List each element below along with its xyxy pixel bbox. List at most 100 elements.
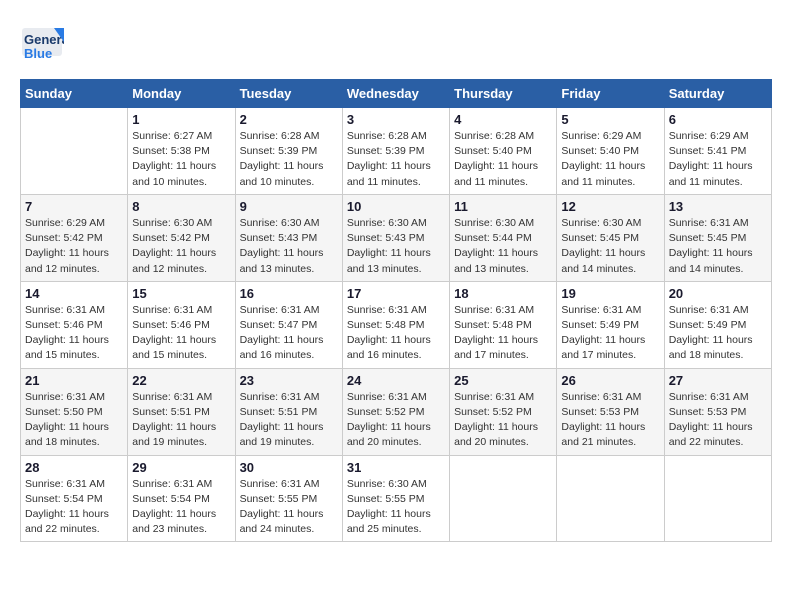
day-number: 15 <box>132 286 230 301</box>
day-number: 14 <box>25 286 123 301</box>
day-info: Sunrise: 6:28 AMSunset: 5:39 PMDaylight:… <box>347 129 445 190</box>
day-number: 7 <box>25 199 123 214</box>
calendar-cell: 8 Sunrise: 6:30 AMSunset: 5:42 PMDaylight… <box>128 194 235 281</box>
weekday-header-monday: Monday <box>128 80 235 108</box>
calendar-cell: 7 Sunrise: 6:29 AMSunset: 5:42 PMDaylight… <box>21 194 128 281</box>
day-info: Sunrise: 6:31 AMSunset: 5:47 PMDaylight:… <box>240 303 338 364</box>
calendar-cell: 21Sunrise: 6:31 AMSunset: 5:50 PMDayligh… <box>21 368 128 455</box>
day-info: Sunrise: 6:28 AMSunset: 5:39 PMDaylight:… <box>240 129 338 190</box>
day-number: 24 <box>347 373 445 388</box>
calendar-cell: 29Sunrise: 6:31 AMSunset: 5:54 PMDayligh… <box>128 455 235 542</box>
day-info: Sunrise: 6:31 AMSunset: 5:49 PMDaylight:… <box>669 303 767 364</box>
calendar-cell <box>557 455 664 542</box>
day-info: Sunrise: 6:30 AMSunset: 5:55 PMDaylight:… <box>347 477 445 538</box>
day-number: 1 <box>132 112 230 127</box>
day-number: 10 <box>347 199 445 214</box>
calendar-cell: 23 Sunrise: 6:31 AMSunset: 5:51 PMDayligh… <box>235 368 342 455</box>
day-info: Sunrise: 6:31 AMSunset: 5:49 PMDaylight:… <box>561 303 659 364</box>
day-info: Sunrise: 6:31 AMSunset: 5:53 PMDaylight:… <box>561 390 659 451</box>
weekday-header-friday: Friday <box>557 80 664 108</box>
calendar-cell: 24 Sunrise: 6:31 AMSunset: 5:52 PMDayligh… <box>342 368 449 455</box>
day-number: 13 <box>669 199 767 214</box>
day-number: 20 <box>669 286 767 301</box>
day-number: 22 <box>132 373 230 388</box>
calendar-cell: 22Sunrise: 6:31 AMSunset: 5:51 PMDayligh… <box>128 368 235 455</box>
calendar-week-3: 14 Sunrise: 6:31 AMSunset: 5:46 PMDayligh… <box>21 281 772 368</box>
page-header: General Blue <box>20 20 772 69</box>
calendar-cell: 3 Sunrise: 6:28 AMSunset: 5:39 PMDaylight… <box>342 108 449 195</box>
calendar-week-5: 28Sunrise: 6:31 AMSunset: 5:54 PMDayligh… <box>21 455 772 542</box>
day-info: Sunrise: 6:29 AMSunset: 5:41 PMDaylight:… <box>669 129 767 190</box>
weekday-header-wednesday: Wednesday <box>342 80 449 108</box>
logo-icon: General Blue <box>20 20 64 64</box>
calendar-table: SundayMondayTuesdayWednesdayThursdayFrid… <box>20 79 772 542</box>
svg-text:Blue: Blue <box>24 46 52 61</box>
calendar-cell: 30 Sunrise: 6:31 AMSunset: 5:55 PMDayligh… <box>235 455 342 542</box>
day-number: 9 <box>240 199 338 214</box>
day-info: Sunrise: 6:30 AMSunset: 5:43 PMDaylight:… <box>240 216 338 277</box>
weekday-header-sunday: Sunday <box>21 80 128 108</box>
day-info: Sunrise: 6:29 AMSunset: 5:42 PMDaylight:… <box>25 216 123 277</box>
day-number: 4 <box>454 112 552 127</box>
calendar-cell: 6 Sunrise: 6:29 AMSunset: 5:41 PMDaylight… <box>664 108 771 195</box>
day-number: 11 <box>454 199 552 214</box>
weekday-header-row: SundayMondayTuesdayWednesdayThursdayFrid… <box>21 80 772 108</box>
calendar-cell: 31Sunrise: 6:30 AMSunset: 5:55 PMDayligh… <box>342 455 449 542</box>
day-number: 26 <box>561 373 659 388</box>
calendar-cell: 12Sunrise: 6:30 AMSunset: 5:45 PMDayligh… <box>557 194 664 281</box>
day-info: Sunrise: 6:30 AMSunset: 5:42 PMDaylight:… <box>132 216 230 277</box>
day-number: 19 <box>561 286 659 301</box>
day-number: 3 <box>347 112 445 127</box>
weekday-header-tuesday: Tuesday <box>235 80 342 108</box>
day-info: Sunrise: 6:31 AMSunset: 5:52 PMDaylight:… <box>347 390 445 451</box>
calendar-cell: 13 Sunrise: 6:31 AMSunset: 5:45 PMDayligh… <box>664 194 771 281</box>
calendar-cell <box>21 108 128 195</box>
logo: General Blue <box>20 20 68 69</box>
day-info: Sunrise: 6:31 AMSunset: 5:46 PMDaylight:… <box>25 303 123 364</box>
calendar-cell <box>450 455 557 542</box>
svg-text:General: General <box>24 32 64 47</box>
day-number: 5 <box>561 112 659 127</box>
calendar-cell: 19 Sunrise: 6:31 AMSunset: 5:49 PMDayligh… <box>557 281 664 368</box>
day-info: Sunrise: 6:31 AMSunset: 5:55 PMDaylight:… <box>240 477 338 538</box>
day-number: 23 <box>240 373 338 388</box>
day-info: Sunrise: 6:31 AMSunset: 5:48 PMDaylight:… <box>454 303 552 364</box>
calendar-cell: 18 Sunrise: 6:31 AMSunset: 5:48 PMDayligh… <box>450 281 557 368</box>
day-number: 16 <box>240 286 338 301</box>
calendar-cell: 16 Sunrise: 6:31 AMSunset: 5:47 PMDayligh… <box>235 281 342 368</box>
weekday-header-thursday: Thursday <box>450 80 557 108</box>
calendar-week-4: 21Sunrise: 6:31 AMSunset: 5:50 PMDayligh… <box>21 368 772 455</box>
day-info: Sunrise: 6:31 AMSunset: 5:45 PMDaylight:… <box>669 216 767 277</box>
day-info: Sunrise: 6:31 AMSunset: 5:51 PMDaylight:… <box>240 390 338 451</box>
day-number: 6 <box>669 112 767 127</box>
calendar-cell: 1Sunrise: 6:27 AMSunset: 5:38 PMDaylight… <box>128 108 235 195</box>
calendar-cell: 14 Sunrise: 6:31 AMSunset: 5:46 PMDayligh… <box>21 281 128 368</box>
day-number: 25 <box>454 373 552 388</box>
calendar-cell: 27Sunrise: 6:31 AMSunset: 5:53 PMDayligh… <box>664 368 771 455</box>
day-info: Sunrise: 6:31 AMSunset: 5:54 PMDaylight:… <box>132 477 230 538</box>
calendar-cell: 28Sunrise: 6:31 AMSunset: 5:54 PMDayligh… <box>21 455 128 542</box>
calendar-cell: 4Sunrise: 6:28 AMSunset: 5:40 PMDaylight… <box>450 108 557 195</box>
calendar-cell: 9 Sunrise: 6:30 AMSunset: 5:43 PMDaylight… <box>235 194 342 281</box>
day-number: 17 <box>347 286 445 301</box>
day-info: Sunrise: 6:31 AMSunset: 5:53 PMDaylight:… <box>669 390 767 451</box>
calendar-cell: 10 Sunrise: 6:30 AMSunset: 5:43 PMDayligh… <box>342 194 449 281</box>
calendar-cell: 17Sunrise: 6:31 AMSunset: 5:48 PMDayligh… <box>342 281 449 368</box>
day-number: 8 <box>132 199 230 214</box>
day-info: Sunrise: 6:30 AMSunset: 5:43 PMDaylight:… <box>347 216 445 277</box>
day-number: 2 <box>240 112 338 127</box>
calendar-cell: 26 Sunrise: 6:31 AMSunset: 5:53 PMDayligh… <box>557 368 664 455</box>
day-number: 12 <box>561 199 659 214</box>
day-number: 18 <box>454 286 552 301</box>
day-info: Sunrise: 6:30 AMSunset: 5:44 PMDaylight:… <box>454 216 552 277</box>
calendar-cell <box>664 455 771 542</box>
calendar-cell: 2 Sunrise: 6:28 AMSunset: 5:39 PMDaylight… <box>235 108 342 195</box>
calendar-week-2: 7 Sunrise: 6:29 AMSunset: 5:42 PMDaylight… <box>21 194 772 281</box>
day-info: Sunrise: 6:31 AMSunset: 5:52 PMDaylight:… <box>454 390 552 451</box>
day-info: Sunrise: 6:31 AMSunset: 5:54 PMDaylight:… <box>25 477 123 538</box>
calendar-cell: 25 Sunrise: 6:31 AMSunset: 5:52 PMDayligh… <box>450 368 557 455</box>
day-number: 30 <box>240 460 338 475</box>
calendar-week-1: 1Sunrise: 6:27 AMSunset: 5:38 PMDaylight… <box>21 108 772 195</box>
calendar-cell: 11 Sunrise: 6:30 AMSunset: 5:44 PMDayligh… <box>450 194 557 281</box>
calendar-cell: 20 Sunrise: 6:31 AMSunset: 5:49 PMDayligh… <box>664 281 771 368</box>
